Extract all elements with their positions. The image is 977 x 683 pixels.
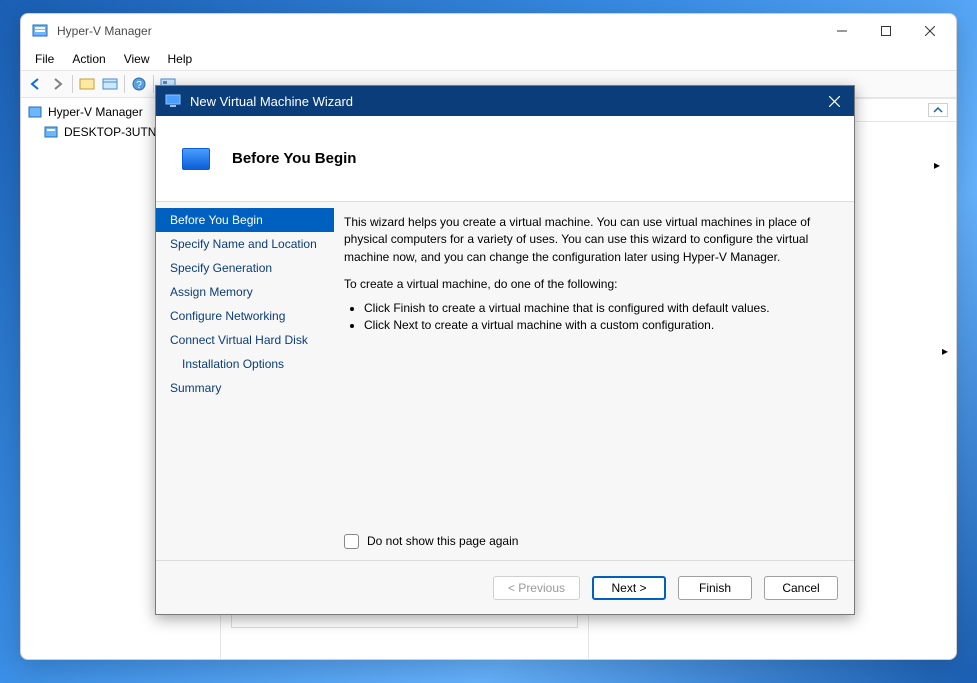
maximize-button[interactable] — [864, 16, 908, 46]
step-summary[interactable]: Summary — [156, 376, 334, 400]
dialog-titlebar: New Virtual Machine Wizard — [156, 86, 854, 116]
step-before-you-begin[interactable]: Before You Begin — [156, 208, 334, 232]
wizard-body-li1: Click Finish to create a virtual machine… — [364, 300, 836, 317]
menubar: File Action View Help — [21, 48, 956, 70]
dialog-close-button[interactable] — [820, 89, 848, 113]
next-button[interactable]: Next > — [592, 576, 666, 600]
wizard-icon — [182, 148, 210, 170]
server-icon — [43, 124, 59, 140]
dialog-content: This wizard helps you create a virtual m… — [334, 202, 854, 560]
menu-help[interactable]: Help — [160, 50, 201, 68]
step-networking[interactable]: Configure Networking — [156, 304, 334, 328]
tree-root-label: Hyper-V Manager — [48, 105, 143, 119]
step-install-options[interactable]: Installation Options — [156, 352, 334, 376]
window-title: Hyper-V Manager — [57, 24, 820, 38]
wizard-steps: Before You Begin Specify Name and Locati… — [156, 202, 334, 560]
dont-show-again-label: Do not show this page again — [367, 533, 518, 550]
help-icon[interactable]: ? — [128, 73, 150, 95]
monitor-icon — [164, 92, 182, 110]
collapse-up-icon[interactable] — [928, 103, 948, 117]
step-generation[interactable]: Specify Generation — [156, 256, 334, 280]
step-name-location[interactable]: Specify Name and Location — [156, 232, 334, 256]
tb-icon-2[interactable] — [99, 73, 121, 95]
menu-action[interactable]: Action — [64, 50, 113, 68]
wizard-body-p2: To create a virtual machine, do one of t… — [344, 276, 836, 293]
tree-child-label: DESKTOP-3UTNR — [64, 125, 165, 139]
dialog-footer: < Previous Next > Finish Cancel — [156, 560, 854, 614]
close-button[interactable] — [908, 16, 952, 46]
dialog-heading: Before You Begin — [232, 150, 356, 167]
dont-show-again-checkbox[interactable] — [344, 534, 359, 549]
dialog-title: New Virtual Machine Wizard — [190, 94, 820, 109]
server-group-icon — [27, 104, 43, 120]
wizard-body-li2: Click Next to create a virtual machine w… — [364, 317, 836, 334]
app-icon — [31, 22, 49, 40]
titlebar: Hyper-V Manager — [21, 14, 956, 48]
step-memory[interactable]: Assign Memory — [156, 280, 334, 304]
menu-file[interactable]: File — [27, 50, 62, 68]
new-vm-wizard-dialog: New Virtual Machine Wizard Before You Be… — [155, 85, 855, 615]
svg-text:?: ? — [136, 80, 142, 91]
step-hard-disk[interactable]: Connect Virtual Hard Disk — [156, 328, 334, 352]
wizard-body-p1: This wizard helps you create a virtual m… — [344, 214, 836, 266]
menu-view[interactable]: View — [116, 50, 158, 68]
finish-button[interactable]: Finish — [678, 576, 752, 600]
back-button[interactable] — [24, 73, 46, 95]
forward-button[interactable] — [47, 73, 69, 95]
tb-icon-1[interactable] — [76, 73, 98, 95]
minimize-button[interactable] — [820, 16, 864, 46]
dialog-header: Before You Begin — [156, 116, 854, 202]
previous-button: < Previous — [493, 576, 580, 600]
cancel-button[interactable]: Cancel — [764, 576, 838, 600]
